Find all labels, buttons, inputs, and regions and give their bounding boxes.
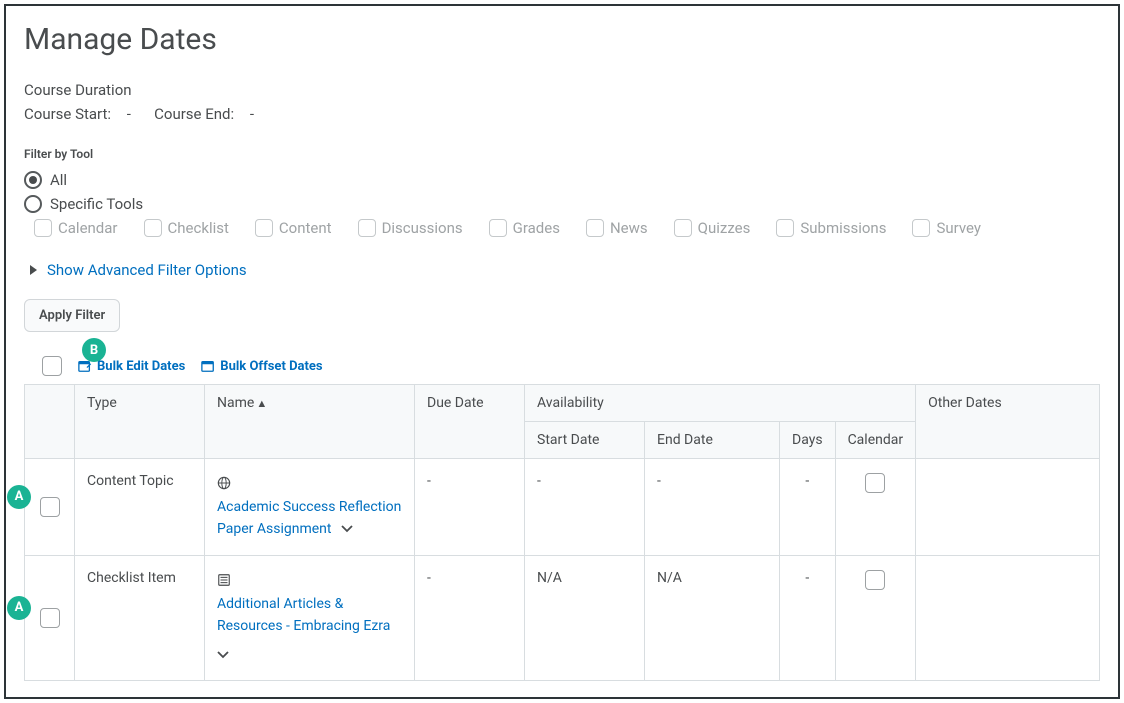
page-title: Manage Dates: [24, 22, 1100, 57]
cell-other: [916, 555, 1100, 680]
cell-name: Additional Articles & Resources - Embrac…: [205, 555, 415, 680]
course-end-value: -: [250, 105, 254, 123]
cell-start: N/A: [525, 555, 645, 680]
cell-name: Academic Success Reflection Paper Assign…: [205, 459, 415, 556]
chevron-down-icon[interactable]: [217, 644, 402, 666]
calendar-offset-icon: [201, 359, 215, 373]
cell-end: N/A: [645, 555, 780, 680]
apply-filter-button[interactable]: Apply Filter: [24, 299, 120, 332]
annotation-b: B: [82, 338, 106, 362]
th-start-date[interactable]: Start Date: [525, 422, 645, 459]
course-start-label: Course Start:: [24, 105, 111, 123]
radio-all-row[interactable]: All: [24, 171, 1100, 189]
cell-days: -: [780, 555, 836, 680]
dates-table: Type Name▲ Due Date Availability Other D…: [24, 384, 1100, 681]
row-checkbox[interactable]: [40, 608, 60, 628]
tool-submissions[interactable]: Submissions: [776, 219, 886, 237]
cell-type: Content Topic: [75, 459, 205, 556]
th-calendar[interactable]: Calendar: [835, 422, 916, 459]
cell-end: -: [645, 459, 780, 556]
th-name[interactable]: Name▲: [205, 385, 415, 459]
checkbox-calendar[interactable]: [34, 219, 52, 237]
tool-grades[interactable]: Grades: [489, 219, 560, 237]
checkbox-news[interactable]: [586, 219, 604, 237]
radio-specific[interactable]: [24, 195, 42, 213]
row-checkbox[interactable]: [40, 497, 60, 517]
annotation-a: A: [7, 485, 31, 509]
course-duration-label: Course Duration: [24, 81, 1100, 99]
cell-calendar: [835, 555, 916, 680]
select-all-checkbox[interactable]: [42, 356, 62, 376]
checkbox-content[interactable]: [255, 219, 273, 237]
calendar-checkbox[interactable]: [865, 473, 885, 493]
radio-all-label: All: [50, 171, 67, 189]
course-duration-values: Course Start: - Course End: -: [24, 105, 1100, 123]
table-row: A Checklist Item Additional Articles & R…: [25, 555, 1100, 680]
course-start-value: -: [127, 105, 131, 123]
checkbox-quizzes[interactable]: [674, 219, 692, 237]
tool-content[interactable]: Content: [255, 219, 332, 237]
bulk-offset-dates-button[interactable]: Bulk Offset Dates: [201, 359, 322, 374]
th-days[interactable]: Days: [780, 422, 836, 459]
tools-checkbox-row: Calendar Checklist Content Discussions G…: [34, 219, 1100, 237]
list-icon: [217, 573, 231, 587]
course-end-label: Course End:: [154, 105, 234, 123]
bulk-actions-row: B Bulk Edit Dates Bulk Offset Dates: [42, 356, 1100, 376]
item-name-link[interactable]: Additional Articles & Resources - Embrac…: [217, 596, 390, 634]
tool-discussions[interactable]: Discussions: [358, 219, 463, 237]
checkbox-survey[interactable]: [912, 219, 930, 237]
th-due-date[interactable]: Due Date: [415, 385, 525, 459]
sort-ascending-icon: ▲: [256, 397, 267, 410]
checkbox-submissions[interactable]: [776, 219, 794, 237]
th-end-date[interactable]: End Date: [645, 422, 780, 459]
annotation-a: A: [7, 596, 31, 620]
item-name-link[interactable]: Academic Success Reflection Paper Assign…: [217, 499, 401, 537]
tool-survey[interactable]: Survey: [912, 219, 981, 237]
caret-right-icon: [30, 265, 37, 275]
page-container: Manage Dates Course Duration Course Star…: [4, 4, 1120, 699]
advanced-filter-toggle[interactable]: Show Advanced Filter Options: [24, 261, 1100, 279]
tool-quizzes[interactable]: Quizzes: [674, 219, 751, 237]
checkbox-checklist[interactable]: [144, 219, 162, 237]
tool-calendar[interactable]: Calendar: [34, 219, 118, 237]
cell-due: -: [415, 459, 525, 556]
cell-calendar: [835, 459, 916, 556]
th-other-dates[interactable]: Other Dates: [916, 385, 1100, 459]
radio-specific-label: Specific Tools: [50, 195, 143, 213]
row-checkbox-cell: A: [25, 459, 75, 556]
cell-start: -: [525, 459, 645, 556]
chevron-down-icon[interactable]: [341, 518, 353, 540]
row-checkbox-cell: A: [25, 555, 75, 680]
cell-type: Checklist Item: [75, 555, 205, 680]
th-checkbox: [25, 385, 75, 459]
calendar-checkbox[interactable]: [865, 570, 885, 590]
radio-all[interactable]: [24, 171, 42, 189]
globe-icon: [217, 476, 231, 490]
checkbox-discussions[interactable]: [358, 219, 376, 237]
cell-days: -: [780, 459, 836, 556]
tool-news[interactable]: News: [586, 219, 648, 237]
cell-other: [916, 459, 1100, 556]
radio-specific-row[interactable]: Specific Tools: [24, 195, 1100, 213]
tool-checklist[interactable]: Checklist: [144, 219, 229, 237]
advanced-filter-label[interactable]: Show Advanced Filter Options: [47, 261, 247, 279]
th-availability: Availability: [525, 385, 916, 422]
table-row: A Content Topic Academic Success Reflect…: [25, 459, 1100, 556]
th-type[interactable]: Type: [75, 385, 205, 459]
cell-due: -: [415, 555, 525, 680]
filter-by-tool-label: Filter by Tool: [24, 147, 1100, 161]
checkbox-grades[interactable]: [489, 219, 507, 237]
